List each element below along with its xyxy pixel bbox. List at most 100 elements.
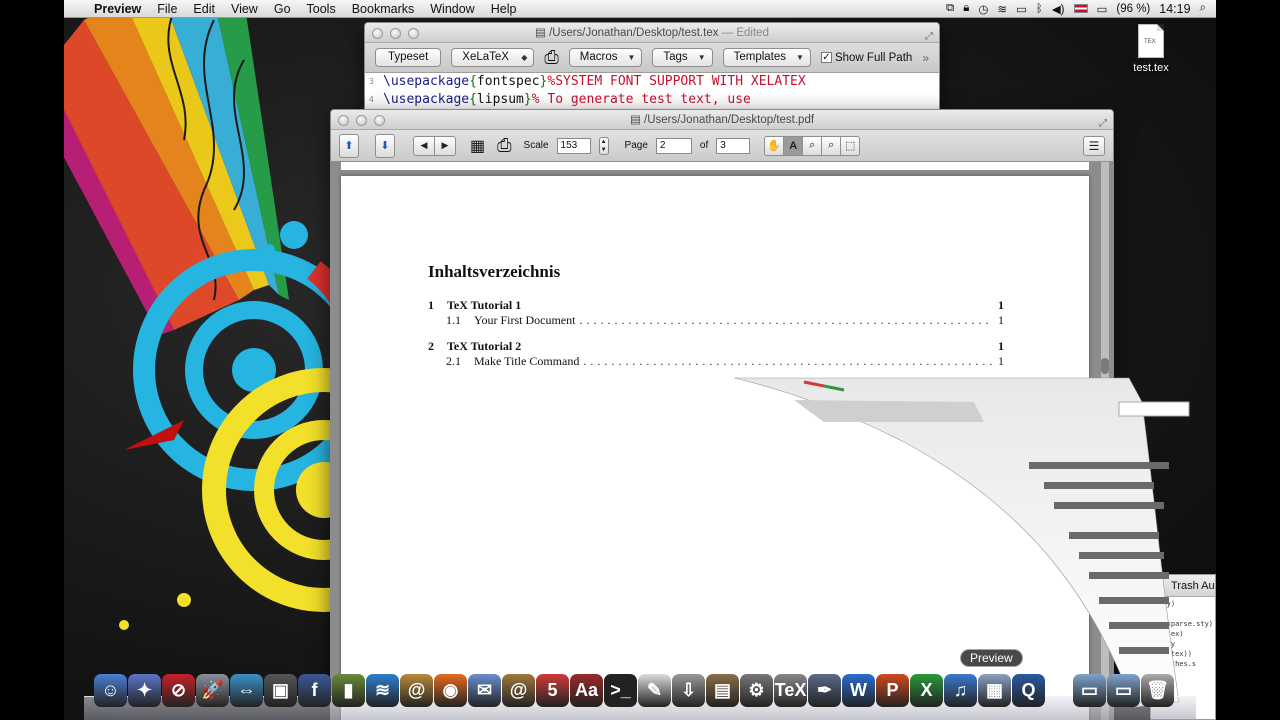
spotlight-search-icon[interactable]: ⌕ — [1200, 2, 1206, 15]
preview-icon[interactable]: ▦ — [978, 674, 1011, 707]
document-proxy-icon[interactable]: ▤ — [630, 114, 644, 126]
documents-stack-icon[interactable]: ▭ — [1073, 674, 1106, 707]
network-utility-icon[interactable]: ▣ — [264, 674, 297, 707]
menu-edit[interactable]: Edit — [185, 0, 223, 18]
contacts-icon[interactable]: @ — [502, 674, 535, 707]
word-icon[interactable]: W — [842, 674, 875, 707]
menu-tools[interactable]: Tools — [299, 0, 344, 18]
no-entry-icon[interactable]: ⊘ — [162, 674, 195, 707]
address-book-icon[interactable]: @ — [400, 674, 433, 707]
mail-icon[interactable]: ✉ — [468, 674, 501, 707]
drawer-toggle-icon[interactable]: ☰ — [1083, 135, 1105, 156]
dictionary-icon[interactable]: Aa — [570, 674, 603, 707]
hand-tool-icon[interactable]: ✋ — [764, 135, 785, 156]
code-line: 4 \usepackage{lipsum}% To generate test t… — [369, 91, 939, 109]
menu-window[interactable]: Window — [422, 0, 482, 18]
toc-entry[interactable]: 2.1 Make Title Command...................… — [428, 354, 1004, 369]
toc-entry[interactable]: 1.1 Your First Document..................… — [428, 313, 1004, 328]
toc-entry[interactable]: 1 TeX Tutorial 1 1 — [428, 298, 1004, 313]
menu-bookmarks[interactable]: Bookmarks — [344, 0, 423, 18]
toc-title: TeX Tutorial 2 — [447, 339, 522, 353]
fullscreen-icon[interactable]: ⤢ — [925, 27, 933, 47]
next-page-down-icon[interactable]: ⬇ — [375, 133, 395, 158]
zoom-icon[interactable]: ⌕ — [821, 135, 842, 156]
scale-field[interactable]: 153 — [556, 137, 591, 154]
zoom-button[interactable] — [408, 28, 419, 39]
wifi-icon[interactable]: ≋ — [366, 674, 399, 707]
dashboard-icon[interactable]: ✦ — [128, 674, 161, 707]
chevron-down-icon: ▼ — [796, 53, 804, 62]
preview-icon[interactable]: ▦ — [470, 136, 485, 156]
powerpoint-icon[interactable]: P — [876, 674, 909, 707]
printer-icon[interactable]: ▤ — [706, 674, 739, 707]
app-menu[interactable]: Preview — [86, 0, 149, 18]
scale-label: Scale — [523, 140, 549, 151]
lock-icon[interactable]: 🔒︎ — [963, 2, 969, 15]
screen-sharing-icon[interactable]: ⇔ — [230, 674, 263, 707]
firefox-icon[interactable]: ◉ — [434, 674, 467, 707]
toc-number: 1 — [428, 298, 434, 312]
scale-stepper[interactable]: ▲ ▼ — [598, 136, 609, 155]
downloads-folder-icon[interactable]: ▭ — [1107, 674, 1140, 707]
battery-icon[interactable]: ▭ — [1097, 2, 1108, 16]
document-proxy-icon[interactable]: ▤ — [535, 27, 549, 39]
close-button[interactable] — [338, 115, 349, 126]
minimize-button[interactable] — [356, 115, 367, 126]
system-preferences-icon[interactable]: ⚙ — [740, 674, 773, 707]
toc-entry[interactable]: 2 TeX Tutorial 2 1 — [428, 339, 1004, 354]
menu-go[interactable]: Go — [266, 0, 299, 18]
itunes-icon[interactable]: ♫ — [944, 674, 977, 707]
menu-view[interactable]: View — [223, 0, 266, 18]
ical-icon[interactable]: 5 — [536, 674, 569, 707]
quicktime-icon[interactable]: Q — [1012, 674, 1045, 707]
engine-select[interactable]: XeLaTeX ◆ — [451, 48, 535, 67]
tags-menu[interactable]: Tags ▼ — [652, 48, 713, 67]
volume-icon[interactable]: ◀︎) — [1052, 2, 1065, 16]
previous-page-up-icon[interactable]: ⬆ — [339, 133, 359, 158]
page-field[interactable]: 2 — [655, 137, 692, 154]
display-icon[interactable]: ▭ — [1016, 2, 1027, 16]
text-select-icon[interactable]: A — [783, 135, 804, 156]
texshop-icon[interactable]: TeX — [774, 674, 807, 707]
show-full-path-checkbox[interactable]: ✓ Show Full Path — [820, 52, 912, 64]
pdf-window-titlebar[interactable]: ▤ /Users/Jonathan/Desktop/test.pdf ⤢ — [331, 110, 1113, 130]
istat-icon[interactable]: ▮ — [332, 674, 365, 707]
launchpad-icon[interactable]: 🚀 — [196, 674, 229, 707]
finder-icon[interactable]: ☺ — [94, 674, 127, 707]
back-forward-control: ◀ ▶ — [413, 135, 456, 156]
script-editor-icon[interactable]: ✒ — [808, 674, 841, 707]
minimize-button[interactable] — [390, 28, 401, 39]
input-source-flag-icon[interactable] — [1073, 4, 1088, 13]
back-arrow-icon[interactable]: ◀ — [413, 135, 435, 156]
print-icon[interactable]: ⎙ — [497, 135, 511, 156]
desktop-file-test-tex[interactable]: TEX test.tex — [1126, 24, 1176, 74]
installer-icon[interactable]: ⇩ — [672, 674, 705, 707]
bluetooth-icon[interactable]: ᛒ — [1036, 3, 1043, 15]
wifi-icon[interactable]: ≋ — [997, 2, 1007, 16]
templates-menu[interactable]: Templates ▼ — [722, 48, 811, 67]
macros-menu[interactable]: Macros ▼ — [568, 48, 643, 67]
fullscreen-icon[interactable]: ⤢ — [1099, 114, 1107, 134]
menu-help[interactable]: Help — [483, 0, 525, 18]
trash-icon[interactable]: 🗑 — [1141, 674, 1174, 707]
magnify-icon[interactable]: ⌕ — [802, 135, 823, 156]
print-icon[interactable]: ⎙ — [544, 47, 558, 68]
clock[interactable]: 14:19 — [1159, 2, 1190, 16]
excel-icon[interactable]: X — [910, 674, 943, 707]
toolbar-overflow-icon[interactable]: » — [922, 51, 929, 65]
menu-file[interactable]: File — [149, 0, 185, 18]
close-button[interactable] — [372, 28, 383, 39]
forward-arrow-icon[interactable]: ▶ — [434, 135, 456, 156]
time-machine-icon[interactable]: ◷ — [978, 2, 988, 16]
terminal-icon[interactable]: >_ — [604, 674, 637, 707]
battery-percent[interactable]: (96 %) — [1116, 3, 1150, 15]
screen-mirror-icon[interactable]: ⧉ — [946, 2, 954, 15]
zoom-button[interactable] — [374, 115, 385, 126]
dock: ☺ ✦ ⊘ 🚀 ⇔ ▣ f ▮ ≋ @ ◉ ✉ @5 Aa >_ ✎ ⇩ ▤ ⚙ TeX ✒ W P X ♫ ▦ Q ▭ ▭ 🗑 — [84, 668, 1196, 720]
typeset-button[interactable]: Typeset — [375, 48, 442, 67]
marquee-select-icon[interactable]: ⬚ — [840, 135, 861, 156]
tex-window-titlebar[interactable]: ▤ /Users/Jonathan/Desktop/test.tex — Edi… — [365, 23, 939, 43]
facebook-icon[interactable]: f — [298, 674, 331, 707]
textedit-icon[interactable]: ✎ — [638, 674, 671, 707]
apple-menu-icon[interactable] — [64, 0, 86, 18]
